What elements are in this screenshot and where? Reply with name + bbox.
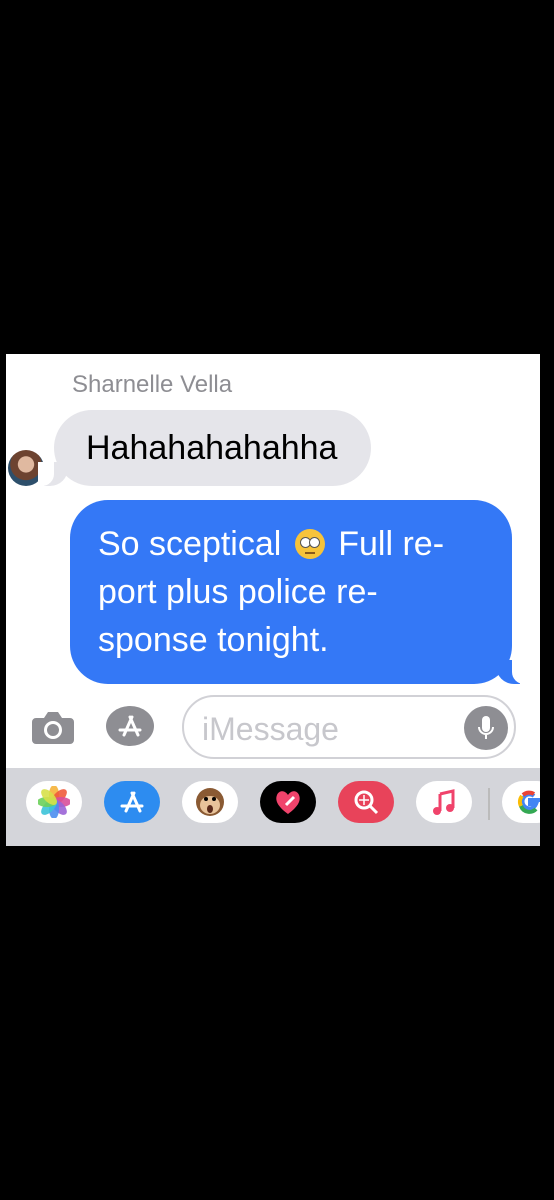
microphone-icon[interactable]: [464, 706, 508, 750]
outgoing-message-text-part1: So sceptical: [98, 525, 282, 563]
messages-panel: Sharnelle Vella Hahahahahahha So sceptic…: [6, 354, 540, 846]
eye-roll-emoji-icon: [294, 529, 325, 559]
music-icon[interactable]: [416, 781, 472, 823]
app-drawer-divider: [488, 788, 490, 820]
photos-icon[interactable]: [26, 781, 82, 823]
incoming-message-text: Hahahahahahha: [86, 428, 338, 467]
message-composer: iMessage: [6, 692, 540, 768]
app-store-icon[interactable]: [106, 706, 154, 746]
outgoing-message-bubble[interactable]: So sceptical Full re-port plus police re…: [70, 500, 528, 684]
incoming-message-bubble[interactable]: Hahahahahahha: [37, 410, 372, 486]
camera-icon[interactable]: [30, 708, 76, 746]
web-image-search-icon[interactable]: [338, 781, 394, 823]
imessage-placeholder: iMessage: [202, 711, 339, 747]
app-store-app-icon[interactable]: [104, 781, 160, 823]
imessage-input[interactable]: iMessage: [182, 695, 516, 759]
digital-touch-heart-icon[interactable]: [260, 781, 316, 823]
app-drawer: [6, 768, 540, 846]
animoji-monkey-icon[interactable]: [182, 781, 238, 823]
sender-name: Sharnelle Vella: [72, 371, 233, 398]
google-icon[interactable]: [502, 781, 540, 823]
